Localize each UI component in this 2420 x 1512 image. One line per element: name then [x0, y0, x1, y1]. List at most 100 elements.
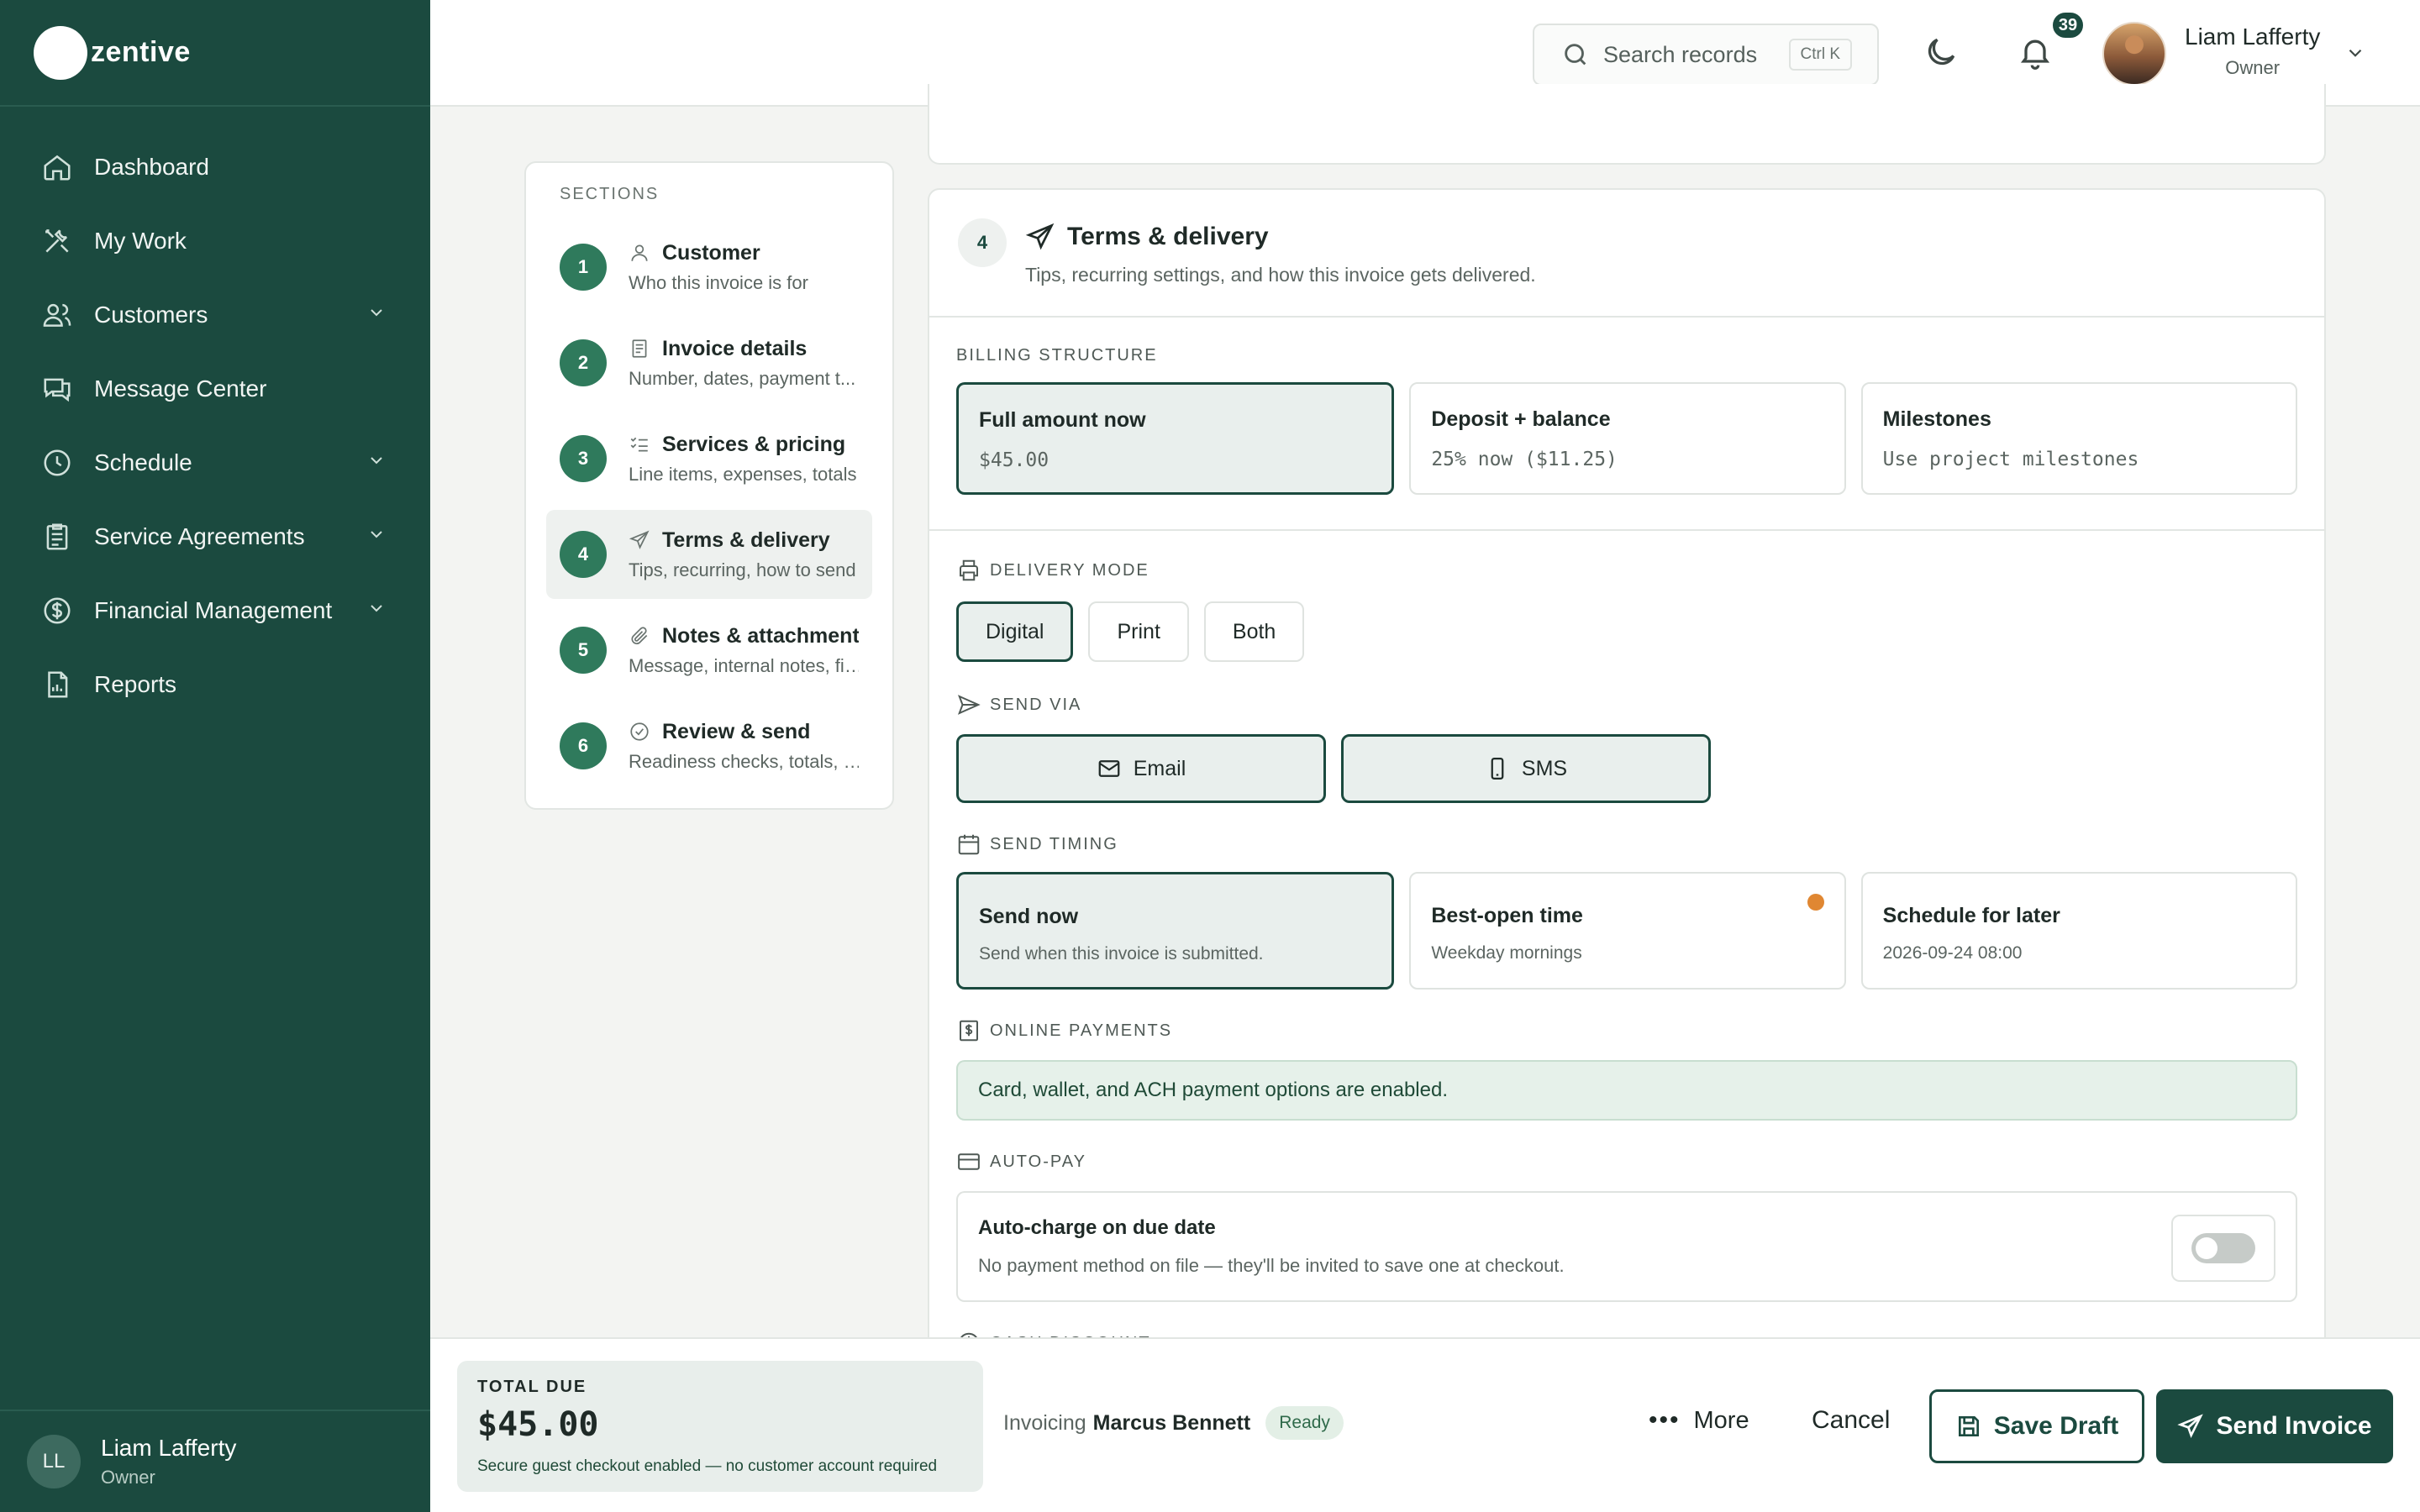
billing-option-deposit[interactable]: Deposit + balance 25% now ($11.25) [1409, 382, 1846, 495]
status-badge: Ready [1265, 1406, 1344, 1440]
delivery-mode-digital[interactable]: Digital [956, 601, 1074, 662]
moon-icon [1928, 38, 1955, 66]
sections-nav: SECTIONS 1 Customer Who this invoice is … [524, 161, 894, 810]
sidebar-item-customers[interactable]: Customers [0, 278, 430, 352]
online-payments-label: ONLINE PAYMENTS [956, 1018, 2297, 1043]
sidebar-item-dashboard[interactable]: Dashboard [0, 130, 430, 204]
more-button[interactable]: ••• More [1649, 1406, 1749, 1435]
notifications-button[interactable] [2017, 34, 2054, 75]
total-due-box: TOTAL DUE $45.00 Secure guest checkout e… [457, 1361, 983, 1492]
delivery-mode-print[interactable]: Print [1088, 601, 1189, 662]
section-item-terms-delivery[interactable]: 4 Terms & delivery Tips, recurring, how … [546, 510, 872, 599]
person-icon [631, 244, 648, 261]
sidebar-item-label: Reports [94, 671, 177, 697]
send-via-sms-button[interactable]: SMS [1341, 734, 1711, 803]
sidebar-item-label: Schedule [94, 449, 192, 475]
card-header: 4 Terms & delivery Tips, recurring setti… [929, 190, 2324, 318]
auto-pay-subtitle: No payment method on file — they'll be i… [978, 1255, 1565, 1276]
option-subtitle: 2026-09-24 08:00 [1882, 943, 2023, 963]
sidebar-item-label: Message Center [94, 375, 267, 402]
avatar[interactable] [2102, 22, 2166, 86]
timing-option-send-now[interactable]: Send now Send when this invoice is submi… [956, 872, 1395, 990]
delivery-mode-both[interactable]: Both [1203, 601, 1305, 662]
clock-icon [40, 446, 74, 480]
timing-option-schedule-later[interactable]: Schedule for later 2026-09-24 08:00 [1860, 872, 2297, 990]
user-menu[interactable]: Liam Lafferty Owner [2185, 24, 2320, 79]
auto-pay-toggle[interactable] [2171, 1215, 2275, 1282]
section-subtitle: Who this invoice is for [629, 271, 808, 293]
sidebar-item-label: Dashboard [94, 154, 209, 180]
section-item-notes-attachments[interactable]: 5 Notes & attachments Message, internal … [546, 606, 872, 695]
section-item-invoice-details[interactable]: 2 Invoice details Number, dates, payment… [546, 318, 872, 407]
timing-option-best-open[interactable]: Best-open time Weekday mornings [1409, 872, 1846, 990]
sidebar-item-schedule[interactable]: Schedule [0, 426, 430, 500]
user-menu-chevron[interactable] [2344, 42, 2366, 68]
auto-pay-label: AUTO-PAY [956, 1149, 2297, 1174]
dollar-icon [40, 594, 74, 627]
search-placeholder: Search records [1603, 41, 1758, 67]
tools-icon [40, 224, 74, 258]
sidebar-user-name: Liam Lafferty [101, 1435, 237, 1461]
chevron-down-icon [2349, 49, 2362, 57]
cancel-button[interactable]: Cancel [1812, 1406, 1890, 1435]
section-number: 6 [560, 722, 607, 769]
section-title: Services & pricing [662, 432, 846, 456]
mail-icon [1098, 760, 1120, 777]
delivery-mode-label: DELIVERY MODE [956, 558, 2297, 583]
sidebar-item-label: Customers [94, 302, 208, 328]
section-title: Review & send [662, 719, 811, 743]
section-title: Terms & delivery [662, 528, 830, 552]
sidebar-item-my-work[interactable]: My Work [0, 204, 430, 278]
section-number: 4 [560, 531, 607, 578]
section-item-services-pricing[interactable]: 3 Services & pricing Line items, expense… [546, 414, 872, 503]
billing-structure: BILLING STRUCTURE Full amount now $45.00… [929, 318, 2324, 531]
sidebar-nav: Dashboard My Work Customers Message Cent… [0, 107, 430, 722]
avatar: LL [27, 1435, 81, 1488]
step-number: 4 [958, 218, 1007, 267]
sidebar-user[interactable]: LL Liam Lafferty Owner [0, 1410, 430, 1512]
send-via-email-button[interactable]: Email [956, 734, 1326, 803]
invoicing-status: Invoicing Marcus Bennett Ready [1003, 1406, 1344, 1440]
sidebar-item-label: Service Agreements [94, 523, 305, 549]
billing-option-milestones[interactable]: Milestones Use project milestones [1860, 382, 2297, 495]
send-invoice-button[interactable]: Send Invoice [2156, 1389, 2393, 1463]
clipboard-icon [40, 520, 74, 554]
search-icon [1565, 44, 1586, 66]
option-title: Milestones [1882, 407, 1991, 431]
printer-icon [960, 559, 978, 581]
option-subtitle: Weekday mornings [1431, 943, 1582, 963]
section-subtitle: Line items, expenses, totals [629, 463, 857, 485]
brand-name: zentive [91, 36, 191, 68]
section-item-review-send[interactable]: 6 Review & send Readiness checks, totals… [546, 701, 872, 790]
sidebar-user-role: Owner [101, 1467, 155, 1488]
send-arrow-icon [957, 695, 981, 715]
sections-title: SECTIONS [560, 185, 660, 203]
brand-logo[interactable]: zentive [0, 0, 430, 107]
sidebar-item-label: My Work [94, 228, 187, 254]
section-number: 3 [560, 435, 607, 482]
sidebar-item-reports[interactable]: Reports [0, 648, 430, 722]
online-payments-notice: Card, wallet, and ACH payment options ar… [956, 1060, 2297, 1121]
save-draft-button[interactable]: Save Draft [1929, 1389, 2144, 1463]
chevron-down-icon [366, 523, 387, 550]
logo-mark-icon [34, 25, 87, 80]
sidebar-item-service-agreements[interactable]: Service Agreements [0, 500, 430, 574]
theme-toggle-button[interactable] [1923, 34, 1960, 75]
send-icon [2177, 1414, 2204, 1439]
users-icon [40, 298, 74, 332]
check-circle-icon [630, 722, 649, 741]
sidebar: zentive Dashboard My Work Customers Mess… [0, 0, 430, 1512]
sidebar-item-message-center[interactable]: Message Center [0, 352, 430, 426]
section-number: 5 [560, 627, 607, 674]
billing-option-full[interactable]: Full amount now $45.00 [956, 382, 1395, 495]
phone-icon [1491, 758, 1504, 780]
total-due-label: TOTAL DUE [477, 1378, 587, 1396]
total-due-value: $45.00 [477, 1405, 599, 1444]
section-item-customer[interactable]: 1 Customer Who this invoice is for [546, 223, 872, 312]
search-input[interactable]: Search records Ctrl K [1533, 24, 1879, 86]
terms-delivery-card: 4 Terms & delivery Tips, recurring setti… [928, 188, 2326, 1364]
toggle-switch [2191, 1233, 2255, 1263]
message-icon [40, 372, 74, 406]
send-via-label: SEND VIA [956, 692, 2297, 717]
sidebar-item-financial-management[interactable]: Financial Management [0, 574, 430, 648]
